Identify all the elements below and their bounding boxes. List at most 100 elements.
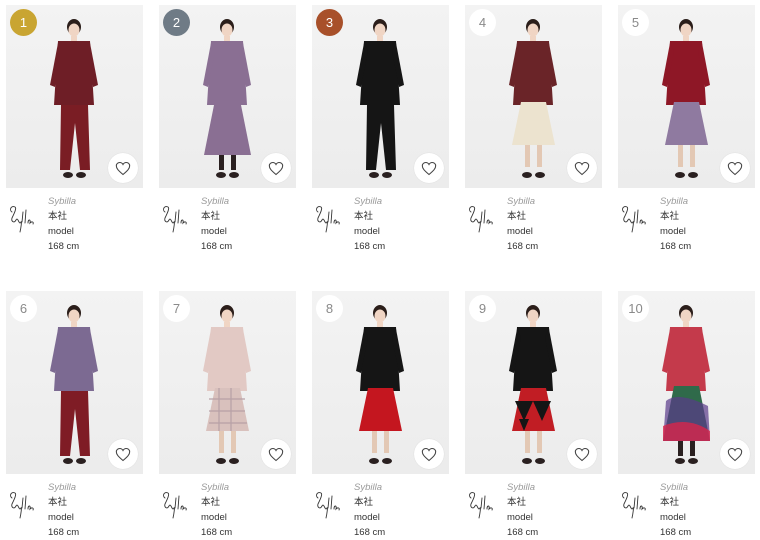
staff-name[interactable]: model <box>507 510 538 525</box>
sybilla-logo <box>622 492 646 519</box>
brand-name[interactable]: Sybilla <box>507 194 538 209</box>
favorite-button[interactable] <box>567 153 597 183</box>
favorite-button[interactable] <box>261 153 291 183</box>
staff-height: 168 cm <box>507 527 539 538</box>
heart-outline-icon <box>421 161 437 176</box>
favorite-button[interactable] <box>567 439 597 469</box>
staff-name[interactable]: model <box>48 224 79 239</box>
brand-name[interactable]: Sybilla <box>660 194 691 209</box>
shop-name: 本社 <box>48 497 68 508</box>
favorite-button[interactable] <box>414 439 444 469</box>
favorite-button[interactable] <box>720 439 750 469</box>
brand-name[interactable]: Sybilla <box>354 480 385 495</box>
ranking-card[interactable]: 10 Sybilla 本社 model 168 cm <box>618 291 755 540</box>
brand-name[interactable]: Sybilla <box>660 480 691 495</box>
card-photo[interactable]: 5 <box>618 5 755 188</box>
sybilla-logo <box>163 492 187 519</box>
shop-name: 本社 <box>354 211 374 222</box>
ranking-card[interactable]: 3 Sybilla 本社 model 168 cm <box>312 5 449 264</box>
sybilla-logo <box>469 206 493 233</box>
rank-badge: 4 <box>469 9 496 36</box>
shop-name: 本社 <box>660 497 680 508</box>
card-photo[interactable]: 3 <box>312 5 449 188</box>
staff-height: 168 cm <box>507 241 539 252</box>
card-photo[interactable]: 9 <box>465 291 602 474</box>
staff-height: 168 cm <box>201 527 233 538</box>
card-info: Sybilla 本社 model 168 cm <box>159 480 296 540</box>
rank-badge: 2 <box>163 9 190 36</box>
card-info: Sybilla 本社 model 168 cm <box>312 194 449 264</box>
favorite-button[interactable] <box>108 439 138 469</box>
staff-height: 168 cm <box>354 527 386 538</box>
card-info: Sybilla 本社 model 168 cm <box>465 480 602 540</box>
rank-badge: 8 <box>316 295 343 322</box>
sybilla-logo <box>163 206 187 233</box>
card-photo[interactable]: 8 <box>312 291 449 474</box>
rank-badge: 7 <box>163 295 190 322</box>
ranking-card[interactable]: 2 Sybilla 本社 model 168 cm <box>159 5 296 264</box>
favorite-button[interactable] <box>720 153 750 183</box>
favorite-button[interactable] <box>108 153 138 183</box>
rank-badge: 6 <box>10 295 37 322</box>
rank-badge: 9 <box>469 295 496 322</box>
sybilla-logo <box>10 206 34 233</box>
shop-name: 本社 <box>48 211 68 222</box>
staff-name[interactable]: model <box>660 224 691 239</box>
brand-name[interactable]: Sybilla <box>507 480 538 495</box>
ranking-card[interactable]: 7 Sybilla 本社 model 168 cm <box>159 291 296 540</box>
heart-outline-icon <box>574 447 590 462</box>
ranking-card[interactable]: 5 Sybilla 本社 model 168 cm <box>618 5 755 264</box>
brand-name[interactable]: Sybilla <box>201 194 232 209</box>
heart-outline-icon <box>727 447 743 462</box>
card-info: Sybilla 本社 model 168 cm <box>618 194 755 264</box>
brand-name[interactable]: Sybilla <box>201 480 232 495</box>
rank-badge: 1 <box>10 9 37 36</box>
ranking-card[interactable]: 4 Sybilla 本社 model 168 cm <box>465 5 602 264</box>
shop-name: 本社 <box>354 497 374 508</box>
rank-badge: 10 <box>622 295 649 322</box>
ranking-card[interactable]: 1 Sybilla 本社 model 168 cm <box>6 5 143 264</box>
staff-name[interactable]: model <box>507 224 538 239</box>
staff-name[interactable]: model <box>48 510 79 525</box>
card-info: Sybilla 本社 model 168 cm <box>618 480 755 540</box>
card-photo[interactable]: 7 <box>159 291 296 474</box>
brand-name[interactable]: Sybilla <box>354 194 385 209</box>
brand-name[interactable]: Sybilla <box>48 194 79 209</box>
shop-name: 本社 <box>660 211 680 222</box>
sybilla-logo <box>622 206 646 233</box>
staff-height: 168 cm <box>354 241 386 252</box>
card-info: Sybilla 本社 model 168 cm <box>6 480 143 540</box>
heart-outline-icon <box>115 161 131 176</box>
card-photo[interactable]: 10 <box>618 291 755 474</box>
shop-name: 本社 <box>507 497 527 508</box>
rank-badge: 3 <box>316 9 343 36</box>
heart-outline-icon <box>574 161 590 176</box>
ranking-card[interactable]: 9 Sybilla 本社 model 168 cm <box>465 291 602 540</box>
staff-name[interactable]: model <box>354 224 385 239</box>
card-photo[interactable]: 1 <box>6 5 143 188</box>
ranking-card[interactable]: 8 Sybilla 本社 model 168 cm <box>312 291 449 540</box>
card-photo[interactable]: 2 <box>159 5 296 188</box>
card-photo[interactable]: 4 <box>465 5 602 188</box>
staff-height: 168 cm <box>660 527 692 538</box>
favorite-button[interactable] <box>261 439 291 469</box>
staff-name[interactable]: model <box>201 224 232 239</box>
ranking-card[interactable]: 6 Sybilla 本社 model 168 cm <box>6 291 143 540</box>
shop-name: 本社 <box>507 211 527 222</box>
shop-name: 本社 <box>201 211 221 222</box>
sybilla-logo <box>469 492 493 519</box>
staff-height: 168 cm <box>48 527 80 538</box>
staff-name[interactable]: model <box>660 510 691 525</box>
card-info: Sybilla 本社 model 168 cm <box>312 480 449 540</box>
sybilla-logo <box>316 206 340 233</box>
staff-name[interactable]: model <box>201 510 232 525</box>
brand-name[interactable]: Sybilla <box>48 480 79 495</box>
favorite-button[interactable] <box>414 153 444 183</box>
heart-outline-icon <box>727 161 743 176</box>
card-info: Sybilla 本社 model 168 cm <box>159 194 296 264</box>
heart-outline-icon <box>115 447 131 462</box>
staff-name[interactable]: model <box>354 510 385 525</box>
rank-badge: 5 <box>622 9 649 36</box>
staff-height: 168 cm <box>201 241 233 252</box>
card-photo[interactable]: 6 <box>6 291 143 474</box>
